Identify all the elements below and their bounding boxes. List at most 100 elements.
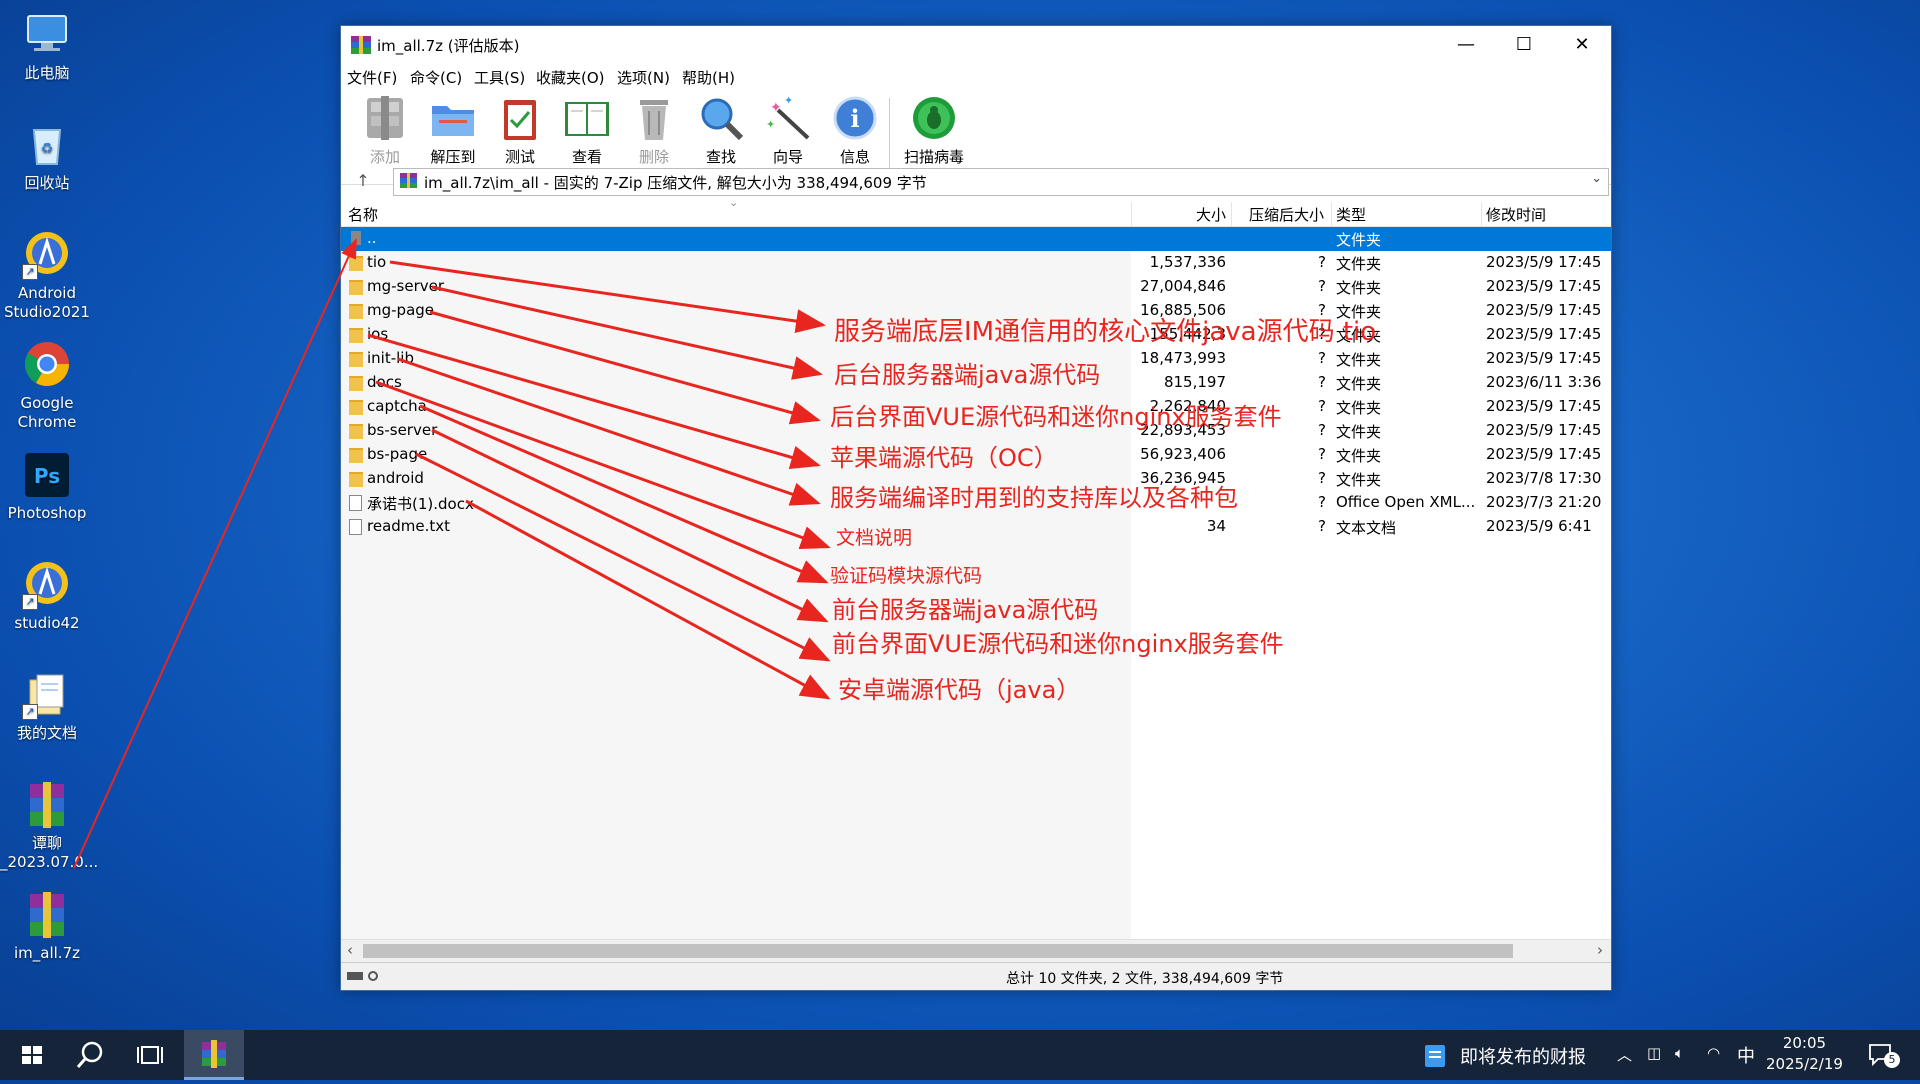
column-divider[interactable]: [1481, 202, 1482, 226]
taskbar-winrar-app[interactable]: [184, 1030, 244, 1080]
folder-icon: [349, 424, 363, 439]
desktop-icon-im-all[interactable]: im_all.7z: [0, 890, 94, 963]
news-widget-text[interactable]: 即将发布的财报: [1460, 1043, 1586, 1069]
menu-commands[interactable]: 命令(C): [410, 67, 462, 88]
desktop-icon-my-documents[interactable]: ↗ 我的文档: [0, 670, 94, 743]
column-packed[interactable]: 压缩后大小: [1249, 204, 1324, 225]
info-button[interactable]: i 信息: [824, 94, 886, 178]
file-size: 56,923,406: [1140, 445, 1226, 463]
extract-folder-icon: [429, 94, 477, 142]
file-row[interactable]: readme.txt 34? 文本文档 2023/5/9 6:41: [341, 515, 1611, 539]
search-button[interactable]: [66, 1030, 114, 1080]
file-name: bs-page: [367, 445, 428, 463]
test-button[interactable]: 测试: [489, 94, 551, 178]
document-icon: [349, 519, 362, 535]
folder-icon: [349, 376, 363, 391]
scan-virus-button[interactable]: 扫描病毒: [897, 94, 971, 178]
file-modified: 2023/5/9 17:45: [1486, 277, 1602, 295]
column-modified[interactable]: 修改时间: [1486, 204, 1546, 225]
menu-tools[interactable]: 工具(S): [474, 67, 525, 88]
folder-icon: [349, 448, 363, 463]
file-name: readme.txt: [367, 517, 451, 535]
file-type: 文件夹: [1336, 423, 1382, 441]
desktop-icon-this-pc[interactable]: 此电脑: [0, 10, 94, 83]
folder-icon: [349, 352, 363, 367]
view-button[interactable]: 查看: [556, 94, 618, 178]
desktop-icon-photoshop[interactable]: Ps Photoshop: [0, 450, 94, 523]
column-divider[interactable]: [1131, 202, 1132, 226]
file-row[interactable]: tio 1,537,336? 文件夹 2023/5/9 17:45: [341, 251, 1611, 275]
svg-text:✦: ✦: [770, 100, 782, 116]
document-folder-icon: ↗: [22, 670, 72, 720]
up-one-level-icon[interactable]: ↑: [351, 171, 375, 193]
horizontal-scrollbar[interactable]: ‹ ›: [341, 939, 1611, 962]
maximize-button[interactable]: ☐: [1495, 26, 1553, 64]
address-text: im_all.7z\im_all - 固实的 7-Zip 压缩文件, 解包大小为…: [424, 174, 927, 192]
menu-options[interactable]: 选项(N): [617, 67, 670, 88]
file-type: 文件夹: [1336, 375, 1382, 393]
task-view-button[interactable]: [126, 1030, 174, 1080]
svg-text:✦: ✦: [766, 118, 775, 131]
address-field[interactable]: im_all.7z\im_all - 固实的 7-Zip 压缩文件, 解包大小为…: [393, 168, 1609, 196]
scroll-left-icon[interactable]: ‹: [347, 941, 353, 959]
network-icon[interactable]: ◠: [1707, 1044, 1720, 1062]
desktop-icon-label: Photoshop: [7, 504, 87, 522]
file-modified: 2023/7/3 21:20: [1486, 493, 1602, 511]
file-type: 文件夹: [1336, 471, 1382, 489]
annotation-label: 后台服务器端java源代码: [834, 361, 1101, 389]
title-bar[interactable]: im_all.7z (评估版本) — ☐ ✕: [341, 26, 1611, 64]
desktop-icon-studio42[interactable]: ↗ studio42: [0, 560, 94, 633]
desktop-icon-android-studio[interactable]: ↗ Android Studio2021: [0, 230, 94, 322]
file-modified: 2023/5/9 6:41: [1486, 517, 1592, 535]
tray-chevron-up-icon[interactable]: ︿: [1617, 1044, 1632, 1065]
desktop-icon-recycle-bin[interactable]: ♻ 回收站: [0, 120, 94, 193]
file-name: init-lib: [367, 349, 414, 367]
find-button[interactable]: 查找: [690, 94, 752, 178]
meet-now-icon[interactable]: ◫: [1647, 1044, 1661, 1062]
file-size: 34: [1206, 517, 1226, 535]
photoshop-icon: Ps: [22, 450, 72, 500]
file-type: 文本文档: [1336, 519, 1397, 537]
add-icon: [361, 94, 409, 142]
ime-indicator[interactable]: 中: [1737, 1042, 1755, 1068]
column-divider[interactable]: [1331, 202, 1332, 226]
menu-help[interactable]: 帮助(H): [682, 67, 735, 88]
desktop-icon-tanliao-archive[interactable]: 谭聊 _2023.07.0...: [0, 780, 98, 872]
file-row[interactable]: .. 文件夹: [341, 227, 1611, 251]
column-divider[interactable]: [1231, 202, 1232, 226]
file-name: bs-server: [367, 421, 438, 439]
delete-button[interactable]: 删除: [623, 94, 685, 178]
chevron-down-icon[interactable]: ⌄: [1591, 171, 1602, 186]
start-button[interactable]: [8, 1030, 56, 1080]
menu-favorites[interactable]: 收藏夹(O): [536, 67, 605, 88]
file-name: tio: [367, 253, 387, 271]
file-row[interactable]: mg-server 27,004,846? 文件夹 2023/5/9 17:45: [341, 275, 1611, 299]
desktop-icon-label: 我的文档: [16, 724, 77, 742]
file-type: 文件夹: [1336, 231, 1382, 249]
clock[interactable]: 20:05 2025/2/19: [1766, 1033, 1843, 1075]
close-button[interactable]: ✕: [1553, 26, 1611, 64]
file-packed-size: ?: [1318, 397, 1326, 415]
svg-text:i: i: [850, 104, 859, 133]
view-button-label: 查看: [571, 148, 602, 166]
annotation-label: 安卓端源代码（java）: [838, 676, 1081, 704]
desktop-icon-label: Android Studio2021: [4, 284, 90, 321]
menu-file[interactable]: 文件(F): [347, 67, 397, 88]
column-size[interactable]: 大小: [1196, 204, 1226, 225]
extract-to-button[interactable]: 解压到: [422, 94, 484, 178]
desktop-icon-label: 此电脑: [24, 64, 70, 82]
add-button[interactable]: 添加: [354, 94, 416, 178]
minimize-button[interactable]: —: [1437, 26, 1495, 64]
column-type[interactable]: 类型: [1336, 204, 1366, 225]
column-name[interactable]: 名称: [348, 204, 378, 225]
scroll-right-icon[interactable]: ›: [1597, 941, 1603, 959]
recycle-bin-icon: ♻: [22, 120, 72, 170]
scrollbar-thumb[interactable]: [363, 944, 1513, 958]
notification-center-button[interactable]: 5: [1868, 1042, 1900, 1068]
annotation-label: 服务端底层IM通信用的核心文件java源代码 tio: [834, 317, 1377, 347]
desktop-icon-chrome[interactable]: Google Chrome: [0, 340, 94, 432]
shortcut-arrow-icon: ↗: [22, 704, 38, 720]
wizard-button[interactable]: ✦ ✦ ✦ 向导: [757, 94, 819, 178]
folder-icon: [349, 256, 363, 271]
volume-icon[interactable]: 🔈︎: [1675, 1044, 1684, 1062]
